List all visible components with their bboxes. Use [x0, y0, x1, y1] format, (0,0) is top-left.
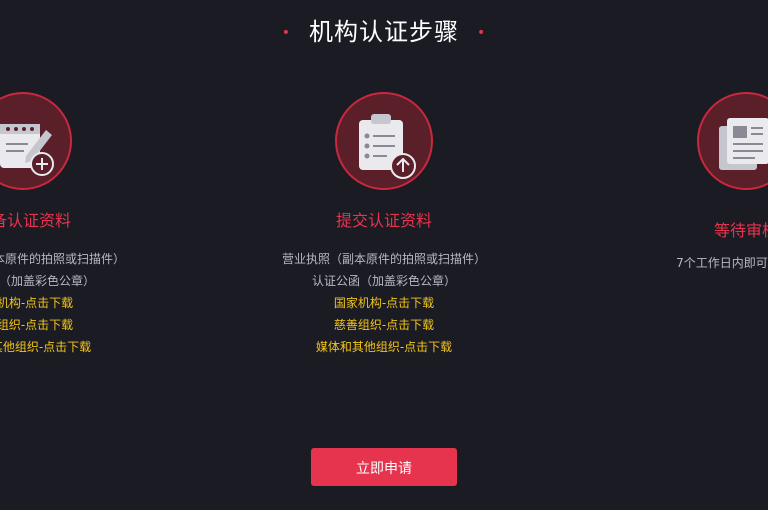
step-submit-title: 提交认证资料: [335, 211, 432, 230]
download-charity-link[interactable]: 慈善组织-点击下载: [264, 314, 504, 336]
download-charity-link[interactable]: 慈善组织-点击下载: [0, 314, 143, 336]
page-title: 机构认证步骤: [309, 18, 459, 46]
download-media-other-link[interactable]: 媒体和其他组织-点击下载: [0, 336, 143, 358]
page-title-row: • 机构认证步骤 •: [0, 14, 768, 51]
step-review-title: 等待审核: [713, 221, 768, 240]
download-media-other-link[interactable]: 媒体和其他组织-点击下载: [264, 336, 504, 358]
page: •机构认证步骤• 准备认证资料 营业执照（副本原件的拍照或扫描件） 认证公: [0, 0, 768, 510]
letter-requirement-text: 认证公函（加盖彩色公章）: [0, 274, 95, 288]
title-dot-right: •: [477, 25, 487, 41]
step-review-lines: 7个工作日内即可完成审核: [626, 252, 768, 274]
review-time-text: 7个工作日内即可完成审核: [676, 256, 768, 270]
step-prepare-title: 准备认证资料: [0, 211, 71, 230]
step-prepare-circle: [0, 92, 72, 190]
clipboard-upload-icon: [359, 114, 416, 179]
documents-icon: [719, 118, 768, 170]
step-review: 等待审核 7个工作日内即可完成审核: [626, 92, 768, 274]
step-review-circle: [697, 92, 768, 190]
license-requirement-text: 营业执照（副本原件的拍照或扫描件）: [281, 252, 486, 266]
step-submit-lines: 营业执照（副本原件的拍照或扫描件） 认证公函（加盖彩色公章） 国家机构-点击下载…: [264, 248, 504, 358]
step-submit: 提交认证资料 营业执照（副本原件的拍照或扫描件） 认证公函（加盖彩色公章） 国家…: [264, 92, 504, 358]
letter-requirement-text: 认证公函（加盖彩色公章）: [311, 274, 456, 288]
step-submit-circle: [335, 92, 433, 190]
step-prepare-lines: 营业执照（副本原件的拍照或扫描件） 认证公函（加盖彩色公章） 国家机构-点击下载…: [0, 248, 143, 358]
title-dot-left: •: [281, 25, 291, 41]
step-prepare: 准备认证资料 营业执照（副本原件的拍照或扫描件） 认证公函（加盖彩色公章） 国家…: [0, 92, 143, 358]
download-govt-agency-link[interactable]: 国家机构-点击下载: [264, 292, 504, 314]
license-requirement-text: 营业执照（副本原件的拍照或扫描件）: [0, 252, 125, 266]
notepad-pencil-icon: [0, 124, 54, 176]
apply-now-button[interactable]: 立即申请: [311, 448, 457, 486]
download-govt-agency-link[interactable]: 国家机构-点击下载: [0, 292, 143, 314]
